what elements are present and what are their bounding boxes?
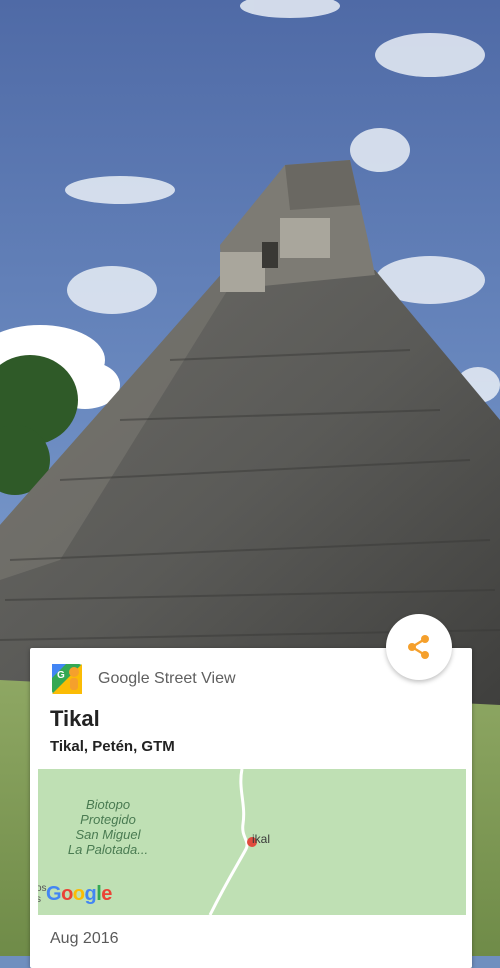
capture-date: Aug 2016	[50, 930, 119, 947]
street-view-pegman-icon: G	[52, 664, 82, 694]
share-icon	[408, 635, 429, 659]
card-header: G Google Street View	[52, 662, 236, 696]
place-info-card[interactable]: G Google Street View Tikal Tikal, Petén,…	[30, 648, 472, 968]
map-pin-label: ikal	[252, 832, 271, 846]
place-title: Tikal	[50, 706, 100, 731]
google-logo: Google	[46, 883, 112, 905]
svg-text:G: G	[57, 670, 65, 681]
app-name: Google Street View	[98, 670, 236, 687]
place-address: Tikal, Petén, GTM	[50, 738, 175, 755]
share-button[interactable]	[386, 614, 452, 680]
map-area-label: Biotopo Protegido San Miguel La Palotada…	[67, 797, 149, 857]
map-preview[interactable]: Biotopo Protegido San Miguel La Palotada…	[38, 769, 466, 915]
